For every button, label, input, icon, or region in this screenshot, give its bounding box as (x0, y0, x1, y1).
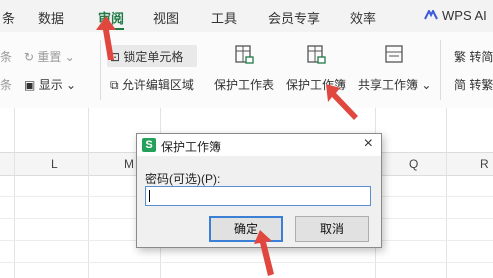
password-input[interactable] (145, 186, 371, 206)
redo-button[interactable]: ↻ 重置 ⌄ (24, 48, 75, 65)
share-workbook-icon (385, 45, 403, 63)
tab-data[interactable]: 数据 (38, 8, 64, 27)
ribbon-toolbar: 条 ↻ 重置 ⌄ 条 ▣ 显示 ⌄ ⊡ 锁定单元格 ⧉ 允许编辑区域 保护工作表… (0, 32, 493, 109)
chevron-down-icon: ⌄ (64, 50, 75, 64)
column-header-Q[interactable]: Q (409, 157, 418, 171)
tab-member[interactable]: 会员专享 (268, 8, 320, 27)
protect-sheet-button[interactable]: 保护工作表 (214, 76, 274, 93)
show-button[interactable]: ▣ 显示 ⌄ (24, 76, 76, 93)
tab-partial-left[interactable]: 条 (2, 8, 15, 27)
share-workbook-label: 共享工作簿 (358, 78, 419, 92)
ribbon-partial-item-1[interactable]: 条 (0, 48, 12, 65)
share-workbook-button[interactable]: 共享工作簿 ⌄ (358, 76, 431, 93)
close-icon[interactable]: × (364, 135, 373, 153)
tab-view[interactable]: 视图 (153, 8, 179, 27)
tab-tools[interactable]: 工具 (211, 8, 237, 27)
text-caret (149, 190, 150, 202)
column-header-M[interactable]: M (124, 157, 134, 171)
allow-edit-range-button[interactable]: ⧉ 允许编辑区域 (110, 76, 194, 93)
redo-label: 重置 (37, 50, 62, 64)
show-label: 显示 (38, 78, 63, 92)
wps-ai-logo-icon (424, 10, 438, 20)
menu-bar: 条 数据 审阅 视图 工具 会员专享 效率 WPS AI (0, 0, 493, 32)
grid-line (0, 262, 493, 263)
chevron-down-icon: ⌄ (66, 78, 77, 92)
column-header-R[interactable]: R (480, 157, 489, 171)
simp-to-trad-button[interactable]: 简 转繁 (454, 76, 493, 93)
grid-line (14, 108, 15, 278)
dialog-title: 保护工作簿 (161, 140, 222, 154)
show-icon: ▣ (24, 78, 36, 92)
annotation-arrow-ok-button (254, 230, 274, 276)
annotation-arrow-protect-workbook (326, 84, 358, 120)
column-header-L[interactable]: L (51, 157, 58, 171)
grid-line (88, 108, 89, 278)
ribbon-partial-item-2[interactable]: 条 (0, 76, 12, 93)
allow-edit-range-label: 允许编辑区域 (121, 78, 194, 92)
tab-efficiency[interactable]: 效率 (350, 8, 376, 27)
edit-range-icon: ⧉ (110, 78, 119, 92)
protect-workbook-icon (307, 45, 326, 64)
cancel-button[interactable]: 取消 (295, 216, 369, 242)
redo-icon: ↻ (24, 50, 35, 64)
lock-cell-label: 锁定单元格 (123, 50, 184, 64)
wps-ai-label: WPS AI (442, 8, 487, 23)
grid-line (446, 108, 447, 278)
password-label: 密码(可选)(P): (145, 172, 221, 186)
trad-to-simp-button[interactable]: 繁 转简 (454, 48, 493, 65)
dialog-title-bar[interactable]: S 保护工作簿 × (137, 134, 381, 156)
chevron-down-icon: ⌄ (421, 78, 432, 92)
wps-sheet-logo-icon: S (142, 138, 156, 152)
annotation-arrow-review-tab (96, 16, 116, 60)
protect-sheet-icon (235, 45, 254, 64)
wps-ai-button[interactable]: WPS AI (424, 8, 487, 23)
ribbon-separator (440, 40, 441, 100)
